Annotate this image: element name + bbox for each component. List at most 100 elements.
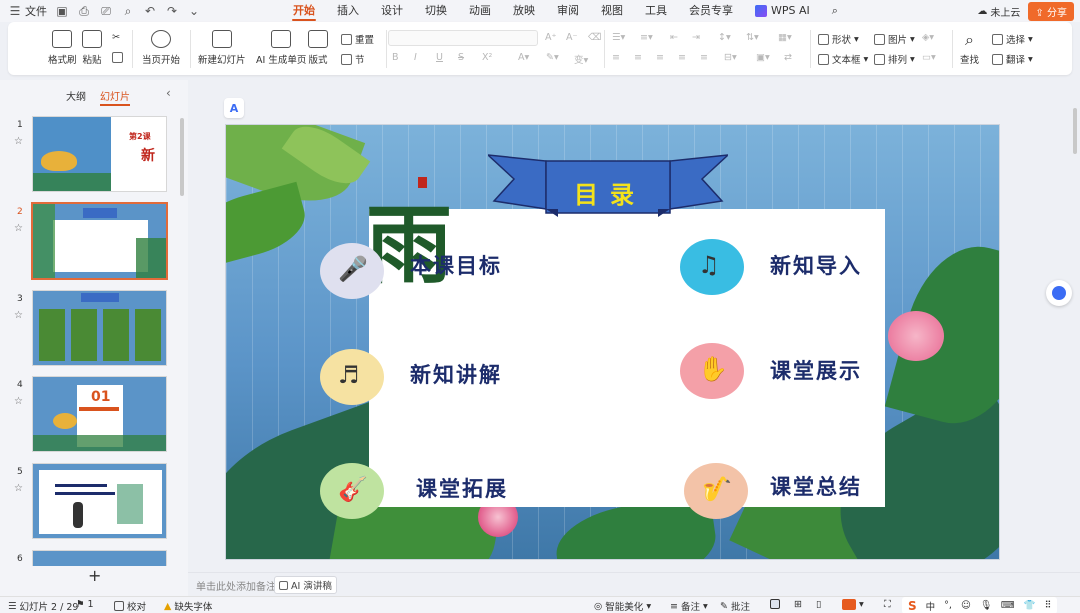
vertical-align-button[interactable]: ⊟▾: [724, 52, 737, 63]
notes-input[interactable]: 单击此处添加备注: [196, 578, 276, 593]
increase-indent-button[interactable]: ⇥: [692, 32, 700, 43]
tab-outline[interactable]: 大纲: [66, 88, 86, 103]
bullet-list-button[interactable]: ☰▾: [612, 32, 625, 43]
numbered-list-button[interactable]: ≡▾: [640, 32, 653, 43]
slide-thumbnail[interactable]: 3 ☆: [0, 290, 180, 370]
undo-icon[interactable]: ↶: [143, 4, 157, 18]
clear-format-button[interactable]: ⌫: [588, 32, 601, 43]
tab-review[interactable]: 审阅: [546, 0, 590, 22]
paste-button[interactable]: 粘贴: [82, 30, 102, 66]
tab-slideshow[interactable]: 放映: [502, 0, 546, 22]
font-family-select[interactable]: [388, 30, 538, 46]
slide-content[interactable]: 雨 目录 🎤 本课目标 ♫ 新知导入 ♬ 新知讲解 ✋ 课堂展示 🎸 课堂拓展 …: [225, 124, 1000, 560]
grid-view-button[interactable]: ⊞: [794, 599, 802, 610]
tab-view[interactable]: 视图: [590, 0, 634, 22]
start-from-current-button[interactable]: 当页开始: [142, 30, 180, 66]
tab-wps-ai[interactable]: WPS AI: [744, 0, 821, 22]
align-center-button[interactable]: ≡: [634, 52, 642, 63]
superscript-button[interactable]: X²: [482, 52, 492, 63]
slide-thumbnail[interactable]: 2 ☆: [0, 202, 180, 283]
text-direction-button[interactable]: ⇅▾: [746, 32, 759, 43]
reading-view-button[interactable]: ▯: [816, 599, 821, 610]
redo-icon[interactable]: ↷: [165, 4, 179, 18]
share-button[interactable]: ⇪ 分享: [1028, 2, 1074, 21]
play-slideshow-button[interactable]: ▾: [842, 599, 864, 610]
file-menu[interactable]: ☰ 文件: [8, 3, 47, 19]
notes-toggle-button[interactable]: ≡ 备注 ▾: [670, 599, 708, 613]
textbox-button[interactable]: 文本框 ▾: [818, 52, 868, 66]
line-spacing-button[interactable]: ↕▾: [718, 32, 731, 43]
copy-button[interactable]: [112, 52, 123, 63]
punctuation-icon[interactable]: °,: [944, 600, 952, 611]
char-spacing-button[interactable]: 变▾: [574, 52, 588, 66]
convert-button[interactable]: ⇄: [784, 52, 792, 63]
ime-language[interactable]: 中: [926, 599, 936, 613]
font-shrink-button[interactable]: A⁻: [566, 32, 578, 43]
star-icon[interactable]: ☆: [14, 223, 23, 234]
cloud-status[interactable]: ☁ 未上云: [977, 4, 1020, 19]
comments-count[interactable]: ⚑ 1: [76, 599, 94, 610]
font-color-button[interactable]: A▾: [518, 52, 529, 63]
star-icon[interactable]: ☆: [14, 396, 23, 407]
keyboard-icon[interactable]: ⌨: [1001, 600, 1015, 611]
star-icon[interactable]: ☆: [14, 310, 23, 321]
tab-animation[interactable]: 动画: [458, 0, 502, 22]
fit-window-button[interactable]: ⛶: [884, 599, 891, 610]
italic-button[interactable]: I: [414, 52, 417, 63]
save-icon[interactable]: ▣: [55, 4, 69, 18]
skin-icon[interactable]: 👕: [1024, 600, 1036, 611]
smart-beautify-button[interactable]: ◎ 智能美化 ▾: [594, 599, 651, 613]
star-icon[interactable]: ☆: [14, 483, 23, 494]
tab-transition[interactable]: 切换: [414, 0, 458, 22]
shape-button[interactable]: 形状 ▾: [818, 32, 859, 46]
ai-assistant-icon[interactable]: A: [224, 98, 244, 118]
menu-item-explanation[interactable]: 新知讲解: [410, 359, 502, 389]
menu-item-objectives[interactable]: 本课目标: [410, 250, 502, 280]
highlight-button[interactable]: ✎▾: [546, 52, 559, 63]
slide-thumbnail[interactable]: 6: [0, 550, 180, 566]
ai-speech-button[interactable]: AI 演讲稿: [274, 576, 337, 594]
menu-item-showcase[interactable]: 课堂展示: [770, 355, 862, 385]
slide-thumbnail[interactable]: 1 ☆ 第2课 新: [0, 116, 180, 196]
print-icon[interactable]: ⎚: [99, 4, 113, 18]
sogou-logo-icon[interactable]: S: [908, 599, 917, 613]
menu-item-intro[interactable]: 新知导入: [770, 250, 862, 280]
distribute-button[interactable]: ≡: [700, 52, 708, 63]
slide-thumbnail[interactable]: 5 ☆: [0, 463, 180, 543]
emoji-icon[interactable]: ☺: [961, 600, 971, 611]
proofread-button[interactable]: 校对: [114, 599, 146, 613]
print-preview-icon[interactable]: ⌕: [121, 4, 135, 18]
microphone-icon[interactable]: 🎙: [980, 600, 992, 611]
translate-button[interactable]: 翻译 ▾: [992, 52, 1033, 66]
star-icon[interactable]: ☆: [14, 136, 23, 147]
customize-toolbar-icon[interactable]: ⌄: [187, 4, 201, 18]
normal-view-button[interactable]: [770, 599, 780, 609]
layout-button[interactable]: 版式: [308, 30, 328, 66]
cut-button[interactable]: ✂: [112, 32, 120, 43]
export-icon[interactable]: ⎙: [77, 4, 91, 18]
underline-button[interactable]: U: [436, 52, 443, 63]
arrange-button[interactable]: 排列 ▾: [874, 52, 915, 66]
font-grow-button[interactable]: A⁺: [545, 32, 557, 43]
tab-tools[interactable]: 工具: [634, 0, 678, 22]
collapse-panel-icon[interactable]: ‹: [166, 86, 171, 100]
add-slide-button[interactable]: +: [88, 566, 101, 585]
search-icon[interactable]: ⌕: [821, 0, 849, 22]
outline-button[interactable]: ▭▾: [922, 52, 936, 63]
strikethrough-button[interactable]: S: [458, 52, 464, 63]
smart-art-button[interactable]: ▣▾: [756, 52, 770, 63]
justify-button[interactable]: ≡: [678, 52, 686, 63]
missing-font-button[interactable]: ▲ 缺失字体: [164, 599, 212, 613]
section-button[interactable]: 节: [341, 52, 365, 66]
align-right-button[interactable]: ≡: [656, 52, 664, 63]
slide-thumbnail[interactable]: 4 ☆ 01: [0, 376, 180, 456]
select-button[interactable]: 选择 ▾: [992, 32, 1033, 46]
format-painter-button[interactable]: 格式刷: [48, 30, 77, 66]
align-left-button[interactable]: ≡: [612, 52, 620, 63]
canvas-scrollbar[interactable]: [1073, 108, 1077, 154]
tab-home[interactable]: 开始: [282, 0, 326, 22]
slide-counter[interactable]: ☰ 幻灯片 2 / 29: [8, 599, 78, 613]
ai-single-page-button[interactable]: AI 生成单页: [256, 30, 306, 66]
tab-design[interactable]: 设计: [370, 0, 414, 22]
panel-scrollbar[interactable]: [180, 118, 184, 196]
